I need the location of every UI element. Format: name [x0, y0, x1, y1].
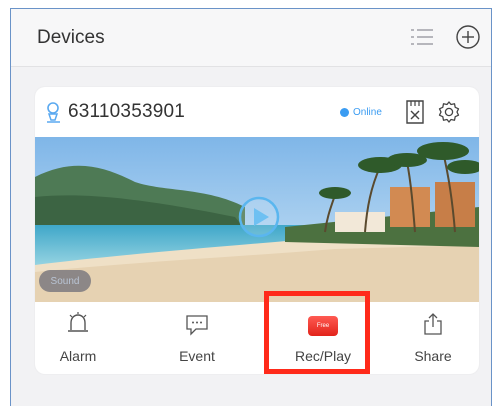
play-icon[interactable]	[238, 196, 280, 238]
share-label: Share	[414, 348, 452, 364]
status-badge: Online	[340, 107, 382, 118]
add-icon[interactable]	[455, 24, 481, 50]
alarm-label: Alarm	[59, 348, 97, 364]
sd-card-icon[interactable]	[405, 99, 425, 125]
header-bar: Devices	[11, 9, 491, 67]
share-icon	[422, 312, 444, 336]
action-bar: Alarm Event Free Rec/Play Share	[35, 302, 479, 374]
device-id: 63110353901	[68, 101, 186, 122]
app-frame: Devices 63110353901 Online Sound Alarm E…	[10, 8, 492, 406]
gear-icon[interactable]	[437, 100, 461, 124]
status-text: Online	[353, 107, 382, 118]
online-dot-icon	[340, 108, 349, 117]
device-card-header: 63110353901 Online	[35, 87, 479, 137]
sound-toggle[interactable]: Sound	[39, 270, 91, 292]
share-button[interactable]: Share	[383, 302, 479, 374]
message-icon	[185, 312, 209, 336]
alarm-bell-icon	[65, 312, 91, 336]
page-title: Devices	[37, 27, 105, 48]
event-label: Event	[179, 348, 215, 364]
camera-preview[interactable]: Sound	[35, 137, 479, 302]
event-button[interactable]: Event	[147, 302, 247, 374]
list-icon[interactable]	[409, 25, 435, 49]
sound-label: Sound	[50, 275, 80, 287]
alarm-button[interactable]: Alarm	[35, 302, 128, 374]
device-icon	[45, 100, 63, 124]
device-card[interactable]: 63110353901 Online Sound Alarm Event Fre…	[35, 87, 479, 374]
highlight-box	[264, 291, 370, 374]
